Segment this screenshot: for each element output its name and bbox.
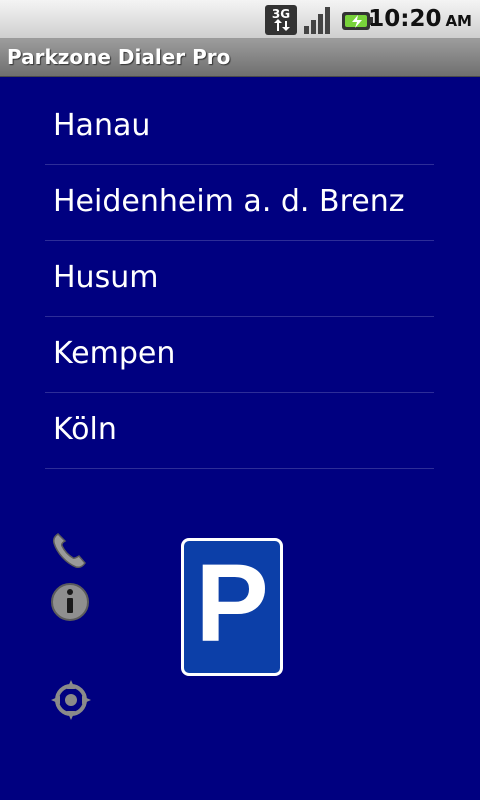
city-list-item[interactable]: Heidenheim a. d. Brenz <box>45 165 434 241</box>
parking-sign-icon[interactable]: P <box>181 538 283 676</box>
location-crosshair-icon[interactable] <box>50 678 92 726</box>
clock-ampm: AM <box>445 12 472 30</box>
phone-icon[interactable] <box>50 530 92 576</box>
parking-letter: P <box>195 542 269 665</box>
city-name: Heidenheim a. d. Brenz <box>53 184 405 219</box>
network-3g-icon: 3G <box>264 4 298 40</box>
city-name: Hanau <box>53 108 151 143</box>
city-list-item[interactable]: Kempen <box>45 317 434 393</box>
city-list-item[interactable]: Hanau <box>45 89 434 165</box>
info-icon[interactable] <box>50 581 92 627</box>
city-list-item[interactable]: Husum <box>45 241 434 317</box>
city-name: Kempen <box>53 336 176 371</box>
status-bar: 3G 10:20 AM <box>0 0 480 39</box>
svg-text:3G: 3G <box>272 7 290 21</box>
app-title: Parkzone Dialer Pro <box>7 45 231 69</box>
clock-time: 10:20 <box>368 6 442 32</box>
city-name: Köln <box>53 412 117 447</box>
signal-strength-icon <box>302 4 336 40</box>
city-name: Husum <box>53 260 159 295</box>
city-list[interactable]: Hanau Heidenheim a. d. Brenz Husum Kempe… <box>45 89 434 496</box>
city-list-item[interactable]: Köln <box>45 393 434 469</box>
list-fade-edge <box>45 470 434 500</box>
app-title-bar: Parkzone Dialer Pro <box>0 39 480 77</box>
status-clock: 10:20 AM <box>368 6 472 32</box>
